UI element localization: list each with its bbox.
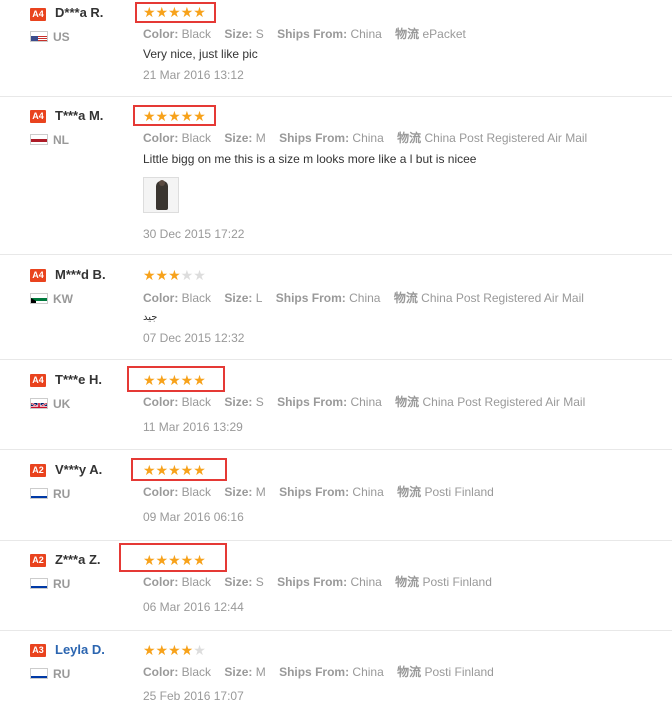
buyer-level-badge: A2 [30, 464, 46, 477]
buyer-level-badge: A4 [30, 110, 46, 123]
order-attributes: Color: Black Size: M Ships From: China 物… [143, 485, 494, 499]
reviewer-name[interactable]: Z***a Z. [55, 552, 101, 567]
country-code: RU [53, 667, 71, 681]
country-code: UK [53, 397, 71, 411]
buyer-level-badge: A4 [30, 374, 46, 387]
review-text: Little bigg on me this is a size m looks… [143, 152, 477, 166]
reviewer-name[interactable]: T***a M. [55, 108, 103, 123]
review-photo-thumbnail[interactable] [143, 177, 179, 213]
country-code: NL [53, 133, 69, 147]
ru-flag-icon [30, 488, 48, 499]
review-date: 06 Mar 2016 12:44 [143, 600, 244, 614]
review-date: 30 Dec 2015 17:22 [143, 227, 245, 241]
review-date: 07 Dec 2015 12:32 [143, 331, 245, 345]
review-item: A3 Leyla D. RU ★★★★★ Color: Black Size: … [0, 631, 672, 710]
order-attributes: Color: Black Size: S Ships From: China 物… [143, 395, 586, 409]
review-date: 25 Feb 2016 17:07 [143, 689, 244, 703]
kw-flag-icon [30, 293, 48, 304]
review-text: Very nice, just like pic [143, 47, 258, 61]
review-item: A4 D***a R. US ★★★★★ Color: Black Size: … [0, 0, 672, 97]
star-rating: ★★★★★ [143, 4, 206, 20]
ru-flag-icon [30, 668, 48, 679]
star-rating: ★★★★★ [143, 642, 206, 658]
order-attributes: Color: Black Size: M Ships From: China 物… [143, 131, 588, 145]
reviewer-name[interactable]: V***y A. [55, 462, 102, 477]
star-rating: ★★★★★ [143, 462, 206, 478]
buyer-level-badge: A3 [30, 644, 46, 657]
review-item: A4 T***e H. UK ★★★★★ Color: Black Size: … [0, 360, 672, 450]
review-item: A2 Z***a Z. RU ★★★★★ Color: Black Size: … [0, 541, 672, 631]
review-item: A2 V***y A. RU ★★★★★ Color: Black Size: … [0, 450, 672, 541]
buyer-level-badge: A4 [30, 8, 46, 21]
country-code: RU [53, 577, 71, 591]
reviewer-name[interactable]: D***a R. [55, 5, 103, 20]
order-attributes: Color: Black Size: S Ships From: China 物… [143, 575, 492, 589]
country-code: KW [53, 292, 73, 306]
star-rating: ★★★★★ [143, 552, 206, 568]
review-date: 21 Mar 2016 13:12 [143, 68, 244, 82]
ru-flag-icon [30, 578, 48, 589]
order-attributes: Color: Black Size: L Ships From: China 物… [143, 291, 584, 305]
review-item: A4 M***d B. KW ★★★★★ Color: Black Size: … [0, 255, 672, 360]
review-date: 09 Mar 2016 06:16 [143, 510, 244, 524]
review-date: 11 Mar 2016 13:29 [143, 420, 243, 434]
order-attributes: Color: Black Size: M Ships From: China 物… [143, 665, 494, 679]
order-attributes: Color: Black Size: S Ships From: China 物… [143, 27, 466, 41]
reviewer-name-link[interactable]: Leyla D. [55, 642, 105, 657]
country-code: US [53, 30, 70, 44]
country-code: RU [53, 487, 71, 501]
review-text: جيد [143, 312, 158, 323]
us-flag-icon [30, 31, 48, 42]
buyer-level-badge: A4 [30, 269, 46, 282]
reviewer-name[interactable]: T***e H. [55, 372, 102, 387]
buyer-level-badge: A2 [30, 554, 46, 567]
star-rating: ★★★★★ [143, 108, 206, 124]
review-item: A4 T***a M. NL ★★★★★ Color: Black Size: … [0, 97, 672, 255]
uk-flag-icon [30, 398, 48, 409]
star-rating: ★★★★★ [143, 267, 206, 283]
nl-flag-icon [30, 134, 48, 145]
reviewer-name[interactable]: M***d B. [55, 267, 106, 282]
star-rating: ★★★★★ [143, 372, 206, 388]
